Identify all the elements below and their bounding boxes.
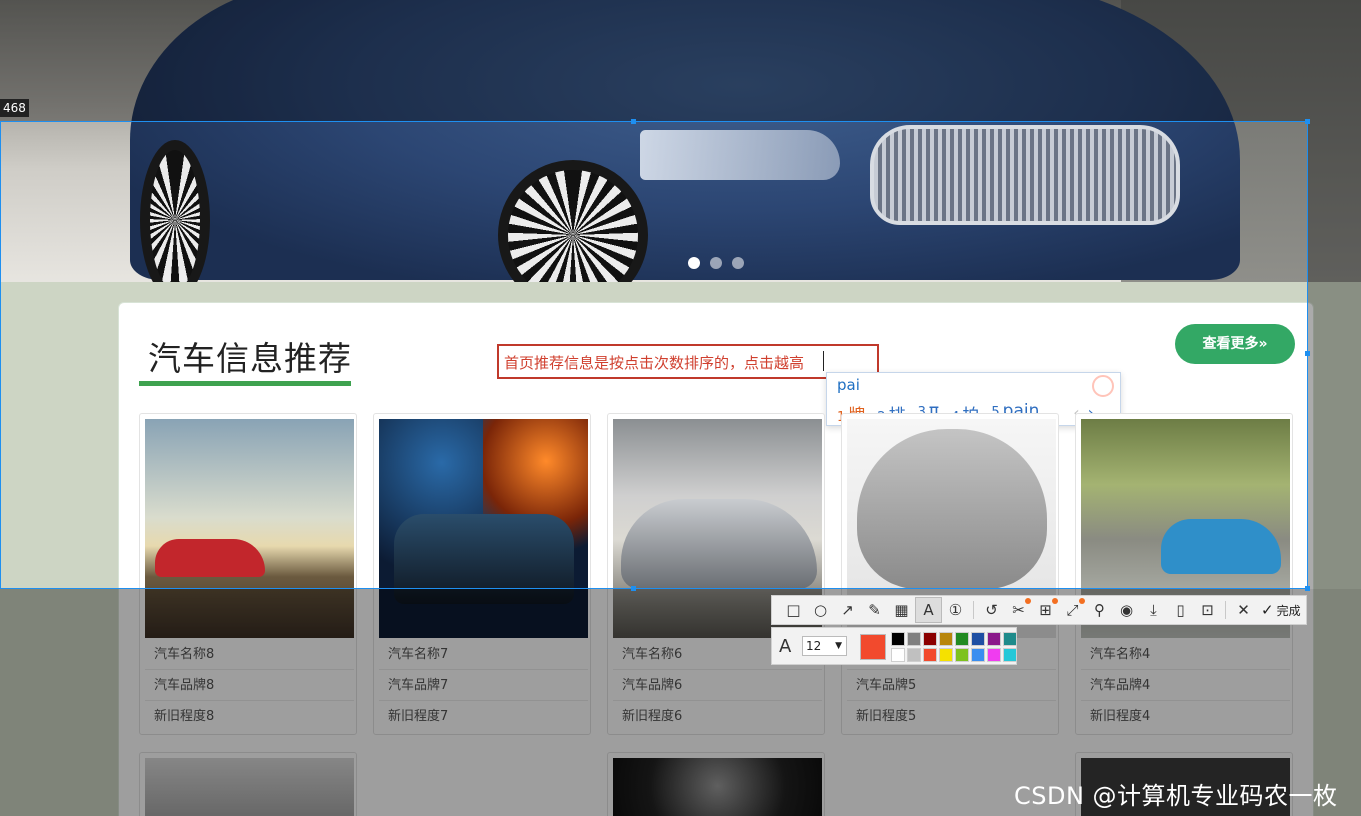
done-label: 完成	[1276, 603, 1301, 618]
color-palette	[891, 632, 1017, 662]
pin-icon[interactable]: ⚲	[1086, 597, 1113, 623]
done-button[interactable]: ✓ 完成	[1261, 601, 1301, 619]
color-swatch[interactable]	[939, 632, 953, 646]
color-swatch[interactable]	[1003, 632, 1017, 646]
color-swatch[interactable]	[971, 632, 985, 646]
color-swatch[interactable]	[955, 648, 969, 662]
capture-dim-mask	[1308, 121, 1361, 589]
text-icon[interactable]: A	[915, 597, 942, 623]
mosaic-icon[interactable]: ▦	[888, 597, 915, 623]
font-size-select[interactable]: 12 ▼	[802, 636, 847, 656]
capture-dim-mask	[0, 0, 1361, 121]
color-swatch[interactable]	[907, 632, 921, 646]
close-icon[interactable]: ✕	[1230, 597, 1257, 623]
color-swatch[interactable]	[987, 648, 1001, 662]
font-icon: A	[779, 636, 792, 657]
color-swatch[interactable]	[907, 648, 921, 662]
scissors-icon[interactable]: ✂	[1005, 597, 1032, 623]
toolbar-divider	[973, 601, 974, 619]
color-swatch[interactable]	[891, 632, 905, 646]
ellipse-icon[interactable]: ○	[807, 597, 834, 623]
color-swatch[interactable]	[971, 648, 985, 662]
translate-icon[interactable]: ⊞	[1032, 597, 1059, 623]
color-swatch[interactable]	[987, 632, 1001, 646]
number-icon[interactable]: ①	[942, 597, 969, 623]
rectangle-icon[interactable]: □	[780, 597, 807, 623]
arrow-icon[interactable]: ↗	[834, 597, 861, 623]
capture-size-label: 468	[0, 99, 29, 117]
capture-toolbar: □ ○ ↗ ✎ ▦ A ① ↺ ✂ ⊞ ⤢ ⚲ ◉ ⤓ ▯ ⊡ ✕ ✓ 完成	[771, 595, 1307, 625]
current-color-swatch[interactable]	[860, 634, 886, 660]
chevron-down-icon: ▼	[835, 641, 842, 651]
color-swatch[interactable]	[923, 632, 937, 646]
undo-icon[interactable]: ↺	[978, 597, 1005, 623]
text-options-bar: A 12 ▼	[771, 627, 1017, 665]
scan-icon[interactable]: ⤢	[1059, 597, 1086, 623]
pencil-icon[interactable]: ✎	[861, 597, 888, 623]
watermark: CSDN @计算机专业码农一枚	[1014, 782, 1338, 810]
download-icon[interactable]: ⤓	[1140, 597, 1167, 623]
resize-handle[interactable]	[1305, 119, 1310, 124]
resize-handle[interactable]	[631, 586, 636, 591]
font-size-value: 12	[806, 639, 822, 653]
toolbar-divider	[1225, 601, 1226, 619]
resize-handle[interactable]	[1305, 586, 1310, 591]
color-swatch[interactable]	[923, 648, 937, 662]
color-swatch[interactable]	[1003, 648, 1017, 662]
check-icon: ✓	[1261, 601, 1274, 619]
color-swatch[interactable]	[955, 632, 969, 646]
save-icon[interactable]: ▯	[1167, 597, 1194, 623]
resize-handle[interactable]	[1305, 351, 1310, 356]
color-swatch[interactable]	[891, 648, 905, 662]
color-swatch[interactable]	[939, 648, 953, 662]
bookmark-icon[interactable]: ⊡	[1194, 597, 1221, 623]
resize-handle[interactable]	[631, 119, 636, 124]
record-icon[interactable]: ◉	[1113, 597, 1140, 623]
capture-selection[interactable]	[0, 119, 1310, 591]
